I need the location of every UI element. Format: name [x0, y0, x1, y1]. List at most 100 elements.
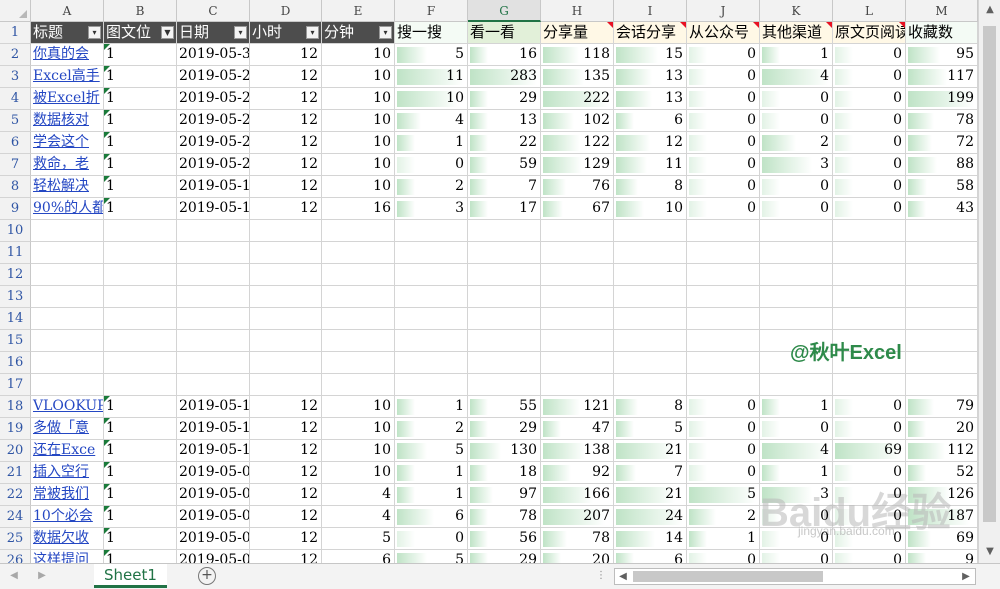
cell-b12[interactable]: [104, 264, 177, 286]
vertical-scroll-thumb[interactable]: [983, 26, 996, 522]
cell-i18[interactable]: 8: [614, 396, 687, 418]
cell-h17[interactable]: [541, 374, 614, 396]
cell-g7[interactable]: 59: [468, 154, 541, 176]
cell-m18[interactable]: 79: [906, 396, 978, 418]
cell-k3[interactable]: 4: [760, 66, 833, 88]
cell-e6[interactable]: 10: [322, 132, 395, 154]
cell-e5[interactable]: 10: [322, 110, 395, 132]
cell-a7[interactable]: 救命，老: [31, 154, 104, 176]
cell-h9[interactable]: 67: [541, 198, 614, 220]
select-all-corner-icon[interactable]: [0, 0, 31, 22]
cell-a26[interactable]: 这样提问: [31, 550, 104, 563]
cell-h7[interactable]: 129: [541, 154, 614, 176]
cell-h26[interactable]: 20: [541, 550, 614, 563]
cell-d4[interactable]: 12: [250, 88, 322, 110]
cell-h14[interactable]: [541, 308, 614, 330]
cell-j26[interactable]: 0: [687, 550, 760, 563]
cell-j4[interactable]: 0: [687, 88, 760, 110]
cell-c22[interactable]: 2019-05-0: [177, 484, 250, 506]
cell-k9[interactable]: 0: [760, 198, 833, 220]
cell-f5[interactable]: 4: [395, 110, 468, 132]
cell-d16[interactable]: [250, 352, 322, 374]
cell-g18[interactable]: 55: [468, 396, 541, 418]
cell-l14[interactable]: [833, 308, 906, 330]
cell-f17[interactable]: [395, 374, 468, 396]
cell-f14[interactable]: [395, 308, 468, 330]
header-cell-c[interactable]: 日期 ▾: [177, 22, 250, 44]
cell-d26[interactable]: 12: [250, 550, 322, 563]
cell-c17[interactable]: [177, 374, 250, 396]
cell-e24[interactable]: 4: [322, 506, 395, 528]
cell-d21[interactable]: 12: [250, 462, 322, 484]
cell-e20[interactable]: 10: [322, 440, 395, 462]
cell-m20[interactable]: 112: [906, 440, 978, 462]
cell-j15[interactable]: [687, 330, 760, 352]
cell-j6[interactable]: 0: [687, 132, 760, 154]
cell-j16[interactable]: [687, 352, 760, 374]
row-header-3[interactable]: 3: [0, 66, 31, 88]
cell-h5[interactable]: 102: [541, 110, 614, 132]
cell-h3[interactable]: 135: [541, 66, 614, 88]
cell-c18[interactable]: 2019-05-1: [177, 396, 250, 418]
cell-k13[interactable]: [760, 286, 833, 308]
column-header-h[interactable]: H: [541, 0, 614, 22]
cell-f21[interactable]: 1: [395, 462, 468, 484]
cell-k20[interactable]: 4: [760, 440, 833, 462]
cell-g17[interactable]: [468, 374, 541, 396]
column-header-c[interactable]: C: [177, 0, 250, 22]
header-cell-a[interactable]: 标题 ▾: [31, 22, 104, 44]
tab-split-handle-icon[interactable]: ⋮: [596, 570, 606, 582]
cell-h20[interactable]: 138: [541, 440, 614, 462]
cell-i10[interactable]: [614, 220, 687, 242]
cell-a12[interactable]: [31, 264, 104, 286]
cell-l17[interactable]: [833, 374, 906, 396]
cell-e8[interactable]: 10: [322, 176, 395, 198]
cell-j24[interactable]: 2: [687, 506, 760, 528]
cell-g2[interactable]: 16: [468, 44, 541, 66]
cell-a8[interactable]: 轻松解决: [31, 176, 104, 198]
header-cell-e[interactable]: 分钟 ▾: [322, 22, 395, 44]
cell-e18[interactable]: 10: [322, 396, 395, 418]
cell-f20[interactable]: 5: [395, 440, 468, 462]
cell-d12[interactable]: [250, 264, 322, 286]
cell-i26[interactable]: 6: [614, 550, 687, 563]
cell-b11[interactable]: [104, 242, 177, 264]
cell-b14[interactable]: [104, 308, 177, 330]
cell-k18[interactable]: 1: [760, 396, 833, 418]
cell-i3[interactable]: 13: [614, 66, 687, 88]
cell-k10[interactable]: [760, 220, 833, 242]
cell-e25[interactable]: 5: [322, 528, 395, 550]
row-header-1[interactable]: 1: [0, 22, 31, 44]
column-header-e[interactable]: E: [322, 0, 395, 22]
cell-j9[interactable]: 0: [687, 198, 760, 220]
cell-b5[interactable]: 1: [104, 110, 177, 132]
cell-a11[interactable]: [31, 242, 104, 264]
cell-d11[interactable]: [250, 242, 322, 264]
cell-d2[interactable]: 12: [250, 44, 322, 66]
cell-b3[interactable]: 1: [104, 66, 177, 88]
sheet-tab-sheet1[interactable]: Sheet1: [94, 564, 167, 588]
cell-a4[interactable]: 被Excel折: [31, 88, 104, 110]
cell-k17[interactable]: [760, 374, 833, 396]
header-cell-i[interactable]: 会话分享: [614, 22, 687, 44]
cell-g8[interactable]: 7: [468, 176, 541, 198]
cell-e16[interactable]: [322, 352, 395, 374]
cell-m19[interactable]: 20: [906, 418, 978, 440]
cell-j5[interactable]: 0: [687, 110, 760, 132]
column-header-m[interactable]: M: [906, 0, 978, 22]
cell-k11[interactable]: [760, 242, 833, 264]
cell-m3[interactable]: 117: [906, 66, 978, 88]
cell-j20[interactable]: 0: [687, 440, 760, 462]
cell-b18[interactable]: 1: [104, 396, 177, 418]
cell-c12[interactable]: [177, 264, 250, 286]
cell-l8[interactable]: 0: [833, 176, 906, 198]
cell-l5[interactable]: 0: [833, 110, 906, 132]
cell-h4[interactable]: 222: [541, 88, 614, 110]
cell-d10[interactable]: [250, 220, 322, 242]
cell-f11[interactable]: [395, 242, 468, 264]
cell-i16[interactable]: [614, 352, 687, 374]
cell-h11[interactable]: [541, 242, 614, 264]
cell-j13[interactable]: [687, 286, 760, 308]
scroll-right-arrow-icon[interactable]: ▶: [960, 571, 972, 583]
cell-a22[interactable]: 常被我们: [31, 484, 104, 506]
